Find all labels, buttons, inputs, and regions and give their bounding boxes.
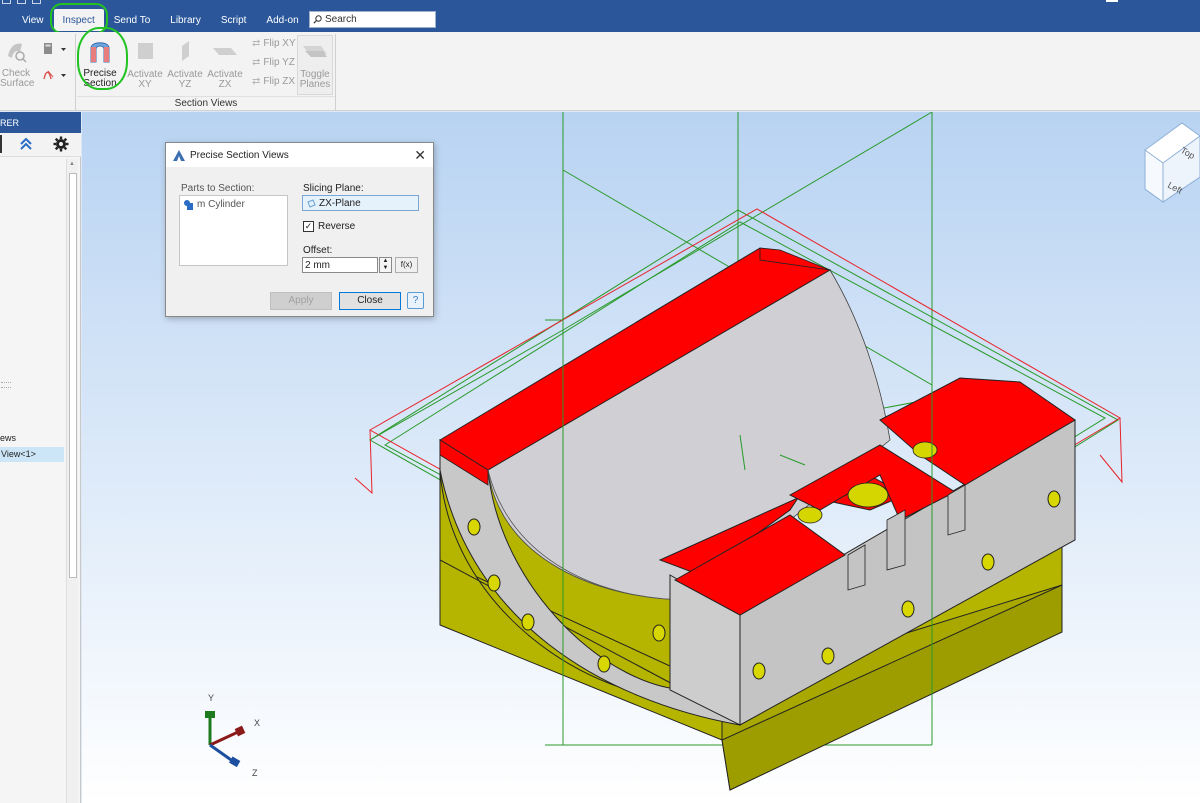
close-icon[interactable]: ✕ <box>414 147 426 164</box>
toolbar-divider <box>0 135 2 153</box>
title-bar: View Inspect Send To Library Script Add-… <box>0 0 1200 34</box>
check-surface-button[interactable]: Check Surface <box>0 38 35 89</box>
tree-node-selected-view[interactable]: View<1> <box>0 447 64 462</box>
activate-zx-button[interactable]: Activate ZX <box>207 40 243 90</box>
activate-xy-label: Activate XY <box>127 69 163 90</box>
flip-yz-icon: ⇄ <box>252 57 261 68</box>
view-cube[interactable]: Top Left <box>1144 122 1200 228</box>
slicing-plane-field[interactable]: ZX-Plane <box>302 195 419 211</box>
dialog-title: Precise Section Views <box>190 149 289 161</box>
precise-section-dialog: Precise Section Views ✕ Parts to Section… <box>165 142 434 317</box>
flip-xy-label: Flip XY <box>263 38 296 49</box>
reverse-label: Reverse <box>318 221 356 232</box>
explorer-panel: RER ews View<1> ▲ <box>0 112 81 803</box>
ribbon-separator <box>335 34 336 110</box>
ribbon: Check Surface Precise Section Activate X… <box>0 32 1200 111</box>
axis-x-label: X <box>254 718 260 728</box>
plane-icon <box>307 198 316 208</box>
plane-xy-icon <box>138 43 153 59</box>
search-input[interactable]: Search <box>309 11 436 28</box>
section-views-group-label: Section Views <box>174 98 238 109</box>
scrollbar-thumb[interactable] <box>69 173 77 578</box>
part-icon <box>184 199 193 210</box>
plane-yz-icon <box>182 41 189 61</box>
toggle-planes-icon <box>303 46 327 57</box>
tab-view[interactable]: View <box>0 9 54 31</box>
reverse-checkbox[interactable]: ✓ Reverse <box>303 221 355 232</box>
axis-y-label: Y <box>208 693 214 703</box>
reverse-check-icon[interactable]: ✓ <box>303 221 314 232</box>
search-icon <box>313 15 322 24</box>
flip-zx-icon: ⇄ <box>252 76 261 87</box>
flip-zx-button[interactable]: ⇄ Flip ZX <box>252 76 295 87</box>
app-logo-icon <box>173 149 185 161</box>
flip-xy-icon: ⇄ <box>252 38 261 49</box>
tree-node-dots <box>1 382 11 388</box>
flip-yz-button[interactable]: ⇄ Flip YZ <box>252 57 295 68</box>
flip-yz-label: Flip YZ <box>263 57 295 68</box>
quick-access-toolbar <box>0 0 41 6</box>
toggle-planes-label: Toggle Planes <box>299 69 331 90</box>
gear-icon[interactable] <box>53 136 69 152</box>
explorer-toolbar <box>0 133 81 157</box>
search-placeholder: Search <box>325 14 357 25</box>
activate-xy-button[interactable]: Activate XY <box>127 40 163 90</box>
curve-analysis-icon <box>43 70 66 80</box>
flip-zx-label: Flip ZX <box>263 76 296 87</box>
dialog-title-bar[interactable]: Precise Section Views <box>166 143 433 167</box>
explorer-scrollbar[interactable]: ▲ <box>66 159 78 803</box>
check-surface-label: Check Surface <box>0 68 35 89</box>
precise-section-highlight <box>77 27 128 90</box>
apply-button[interactable]: Apply <box>270 292 332 310</box>
qat-icon[interactable] <box>32 0 41 4</box>
toggle-planes-button[interactable]: Toggle Planes <box>297 35 333 95</box>
parts-list[interactable]: m Cylinder <box>179 195 288 266</box>
tab-script[interactable]: Script <box>211 9 257 31</box>
qat-icon[interactable] <box>17 0 26 4</box>
group-divider <box>77 96 335 97</box>
calculator-icon <box>44 43 66 54</box>
activate-yz-button[interactable]: Activate YZ <box>167 40 203 90</box>
offset-spinner[interactable]: ▲ ▼ <box>379 257 392 273</box>
ribbon-separator <box>75 34 76 110</box>
check-surface-icon <box>8 43 27 63</box>
qat-icon[interactable] <box>2 0 11 4</box>
list-item[interactable]: m Cylinder <box>184 199 283 210</box>
plane-zx-icon <box>213 48 237 55</box>
tree-node-views[interactable]: ews <box>0 433 16 443</box>
axis-triad: Y X Z <box>205 693 260 778</box>
fx-button[interactable]: f(x) <box>395 257 418 273</box>
activate-yz-label: Activate YZ <box>167 69 203 90</box>
parts-to-section-label: Parts to Section: <box>181 183 255 194</box>
activate-zx-label: Activate ZX <box>207 69 243 90</box>
axis-z-label: Z <box>252 768 258 778</box>
explorer-header: RER <box>0 112 81 133</box>
slicing-plane-value: ZX-Plane <box>319 197 361 209</box>
slicing-plane-label: Slicing Plane: <box>303 183 364 194</box>
help-icon[interactable]: ? <box>407 292 424 309</box>
close-button[interactable]: Close <box>339 292 401 310</box>
measure-dropdown[interactable] <box>40 42 68 59</box>
curve-dropdown[interactable] <box>40 68 68 85</box>
minimize-icon[interactable] <box>1106 0 1118 2</box>
scroll-up-arrow[interactable]: ▲ <box>69 161 75 167</box>
part-name: m Cylinder <box>197 199 245 210</box>
collapse-up-icon[interactable] <box>19 137 33 151</box>
menu-tabs: View Inspect Send To Library Script Add-… <box>0 3 309 34</box>
flip-xy-button[interactable]: ⇄ Flip XY <box>252 38 296 49</box>
tab-library[interactable]: Library <box>160 9 211 31</box>
offset-input[interactable]: 2 mm <box>302 257 378 273</box>
offset-label: Offset: <box>303 245 333 256</box>
tab-add-on[interactable]: Add-on <box>256 9 308 31</box>
